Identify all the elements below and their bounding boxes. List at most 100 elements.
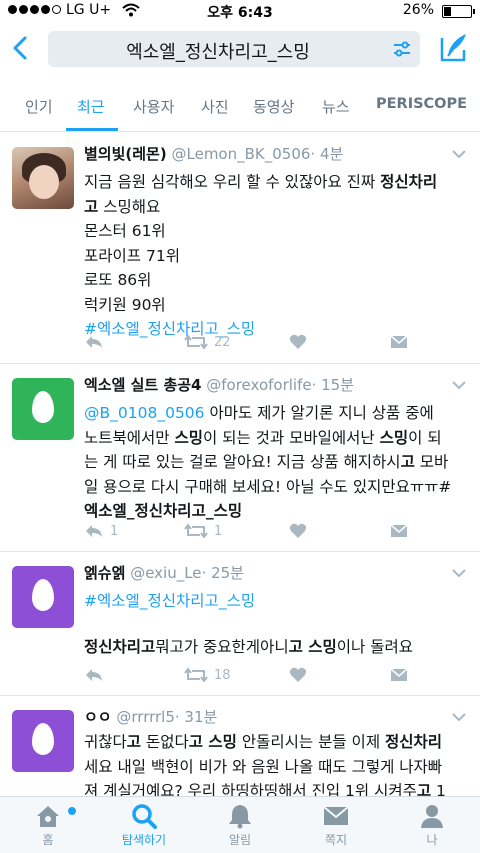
tab-me-label: 나 [426,833,438,847]
bell-icon [229,805,251,829]
like-button[interactable] [289,520,307,542]
tweet-actions: 18 [84,664,414,688]
tab-top[interactable]: 인기 [25,96,53,117]
tweet-time: · 25분 [201,564,244,582]
tweet-actions: 22 [84,331,414,355]
chevron-down-icon[interactable] [452,568,466,578]
tab-notifications[interactable]: 알림 [200,803,280,848]
tweet-header: 엙슈엙 @exiu_Le· 25분 [84,562,244,583]
back-arrow-icon[interactable] [6,32,36,64]
tweet[interactable]: 엙슈엙 @exiu_Le· 25분 #엑소엘_정신차리고_스밍 정신차리고뭐고가… [0,552,480,696]
tab-people[interactable]: 사용자 [133,96,174,117]
heart-icon [289,667,307,682]
reply-button[interactable] [84,331,104,353]
retweet-button[interactable]: 1 [184,520,222,542]
compose-tweet-icon[interactable] [438,30,470,66]
bottom-tab-bar: 홈 탐색하기 알림 쪽지 나 [0,796,480,853]
dm-share-button[interactable] [390,664,408,686]
search-input[interactable]: 엑소엘_정신차리고_스밍 [48,31,420,67]
tweet-time: · 31분 [174,708,218,726]
dm-share-button[interactable] [390,520,408,542]
reply-icon [86,669,102,681]
chevron-down-icon[interactable] [452,380,466,390]
tweet-text: 지금 음원 심각해오 우리 할 수 있잖아요 진짜 정신차리 고 스밍해요 몬스… [84,170,470,342]
display-name[interactable]: 엑소엘 실트 총공4 [84,376,201,394]
mention-link[interactable]: @B_0108_0506 [84,404,205,422]
tweet[interactable]: ㅇㅇ @rrrrrl5· 31분 귀찮다고 돈없다고 스밍 안돌리시는 분들 이… [0,696,480,796]
tweet-actions: 1 1 [84,520,414,544]
tweet-text: @B_0108_0506 아마도 제가 알기론 지니 상품 중에 노트북에서만 … [84,401,470,524]
reply-icon [86,336,102,348]
display-name[interactable]: 별의빛(레몬) [84,145,167,163]
tab-notifications-label: 알림 [228,833,252,847]
retweet-count: 22 [214,334,231,350]
tweet-text: #엑소엘_정신차리고_스밍 정신차리고뭐고가 중요한게아니고 스밍이나 돌려요 [84,589,470,659]
user-handle: @Lemon_BK_0506 [171,145,311,163]
tab-news[interactable]: 뉴스 [322,96,350,117]
tab-photos[interactable]: 사진 [201,96,229,117]
retweet-icon [184,334,208,350]
egg-icon [32,723,54,755]
heart-icon [289,523,307,538]
envelope-icon [390,335,408,348]
home-icon [37,806,59,827]
active-tab-indicator [66,128,118,131]
hashtag-link[interactable]: #엑소엘_정신차리고_스밍 [84,589,470,614]
reply-count: 1 [110,523,119,539]
tweet-text: 귀찮다고 돈없다고 스밍 안돌리시는 분들 이제 정신차리 세요 내일 백현이 … [84,733,446,796]
tweet-time: · 15분 [311,376,355,394]
tweet-header: 별의빛(레몬) @Lemon_BK_0506· 4분 [84,143,343,164]
heart-icon [289,334,307,349]
person-icon [421,805,443,828]
tweet-header: ㅇㅇ @rrrrrl5· 31분 [84,706,217,727]
new-content-dot [68,807,76,815]
reply-button[interactable] [84,664,104,686]
retweet-count: 18 [214,667,231,683]
chevron-down-icon[interactable] [452,149,466,159]
egg-icon [32,391,54,423]
retweet-button[interactable]: 18 [184,664,231,686]
retweet-count: 1 [214,523,223,539]
search-header: 엑소엘_정신차리고_스밍 [0,22,480,78]
like-button[interactable] [289,331,307,353]
search-query: 엑소엘_정신차리고_스밍 [126,42,310,63]
reply-button[interactable]: 1 [84,520,118,542]
tab-messages[interactable]: 쪽지 [296,803,376,848]
user-handle: @forexoforlife [206,376,312,394]
tab-me[interactable]: 나 [392,803,472,848]
tab-videos[interactable]: 동영상 [253,96,294,117]
tab-explore[interactable]: 탐색하기 [104,803,184,848]
display-name[interactable]: ㅇㅇ [84,708,112,726]
tab-periscope[interactable]: PERISCOPE [376,96,467,112]
tweet-header: 엑소엘 실트 총공4 @forexoforlife· 15분 [84,374,354,395]
egg-icon [32,579,54,611]
user-handle: @rrrrrl5 [116,708,175,726]
filter-icon[interactable] [392,39,412,59]
battery-percent: 26% [402,2,434,18]
tweet[interactable]: 별의빛(레몬) @Lemon_BK_0506· 4분 지금 음원 심각해오 우리… [0,133,480,364]
tab-home-label: 홈 [42,833,54,847]
envelope-icon [390,524,408,537]
tab-latest[interactable]: 최근 [77,96,105,117]
avatar[interactable] [12,378,74,440]
envelope-icon [323,806,349,825]
tab-explore-label: 탐색하기 [121,833,167,847]
avatar[interactable] [12,566,74,628]
like-button[interactable] [289,664,307,686]
retweet-icon [184,523,208,539]
avatar[interactable] [12,147,74,209]
tweet[interactable]: 엑소엘 실트 총공4 @forexoforlife· 15분 @B_0108_0… [0,364,480,552]
tab-messages-label: 쪽지 [324,833,348,847]
retweet-icon [184,667,208,683]
retweet-button[interactable]: 22 [184,331,231,353]
display-name[interactable]: 엙슈엙 [84,564,125,582]
envelope-icon [390,668,408,681]
battery-icon [442,5,475,18]
reply-icon [86,525,102,537]
search-icon [132,804,157,829]
dm-share-button[interactable] [390,331,408,353]
status-bar: LG U+ 오후 6:43 26% [0,0,480,22]
tab-home[interactable]: 홈 [8,803,88,848]
avatar[interactable] [12,710,74,772]
chevron-down-icon[interactable] [452,712,466,722]
